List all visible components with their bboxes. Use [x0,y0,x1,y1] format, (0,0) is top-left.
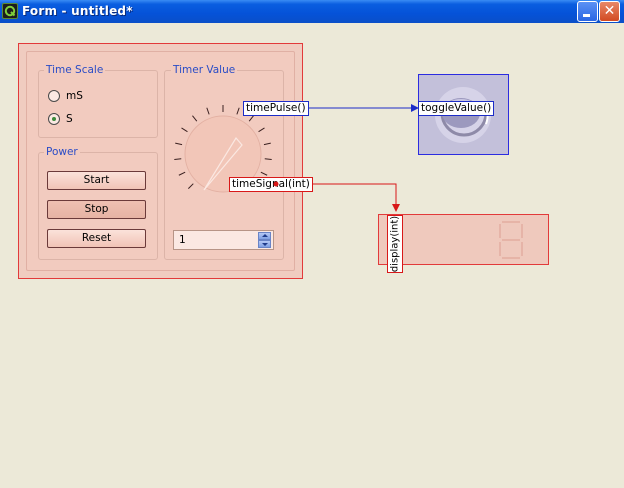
dial-tick [248,115,254,122]
spin-down-icon[interactable] [258,240,271,248]
timer-spinbox[interactable]: 1 [173,230,274,250]
dial-tick [236,107,240,115]
dial-tick [263,142,271,146]
display-slot-label[interactable]: display(int) [387,215,403,273]
dial-tick [258,127,265,133]
dial-tick [264,158,272,160]
toggle-value-label[interactable]: toggleValue() [418,101,495,116]
display-slot-text: display(int) [389,215,401,273]
time-signal-label[interactable]: timeSignal(int) [229,177,313,192]
dial-tick [260,171,268,176]
lcd-number-widget[interactable] [378,214,549,265]
dial-tick [175,142,183,146]
spinbox-value: 1 [179,234,186,246]
time-pulse-label[interactable]: timePulse() [243,101,309,116]
dial-tick [192,115,198,122]
dial-tick [181,127,188,133]
dial-tick [178,171,186,176]
dial-tick [206,107,210,115]
dial-tick [187,183,194,190]
spin-up-icon[interactable] [258,232,271,240]
dial-tick [174,158,182,160]
